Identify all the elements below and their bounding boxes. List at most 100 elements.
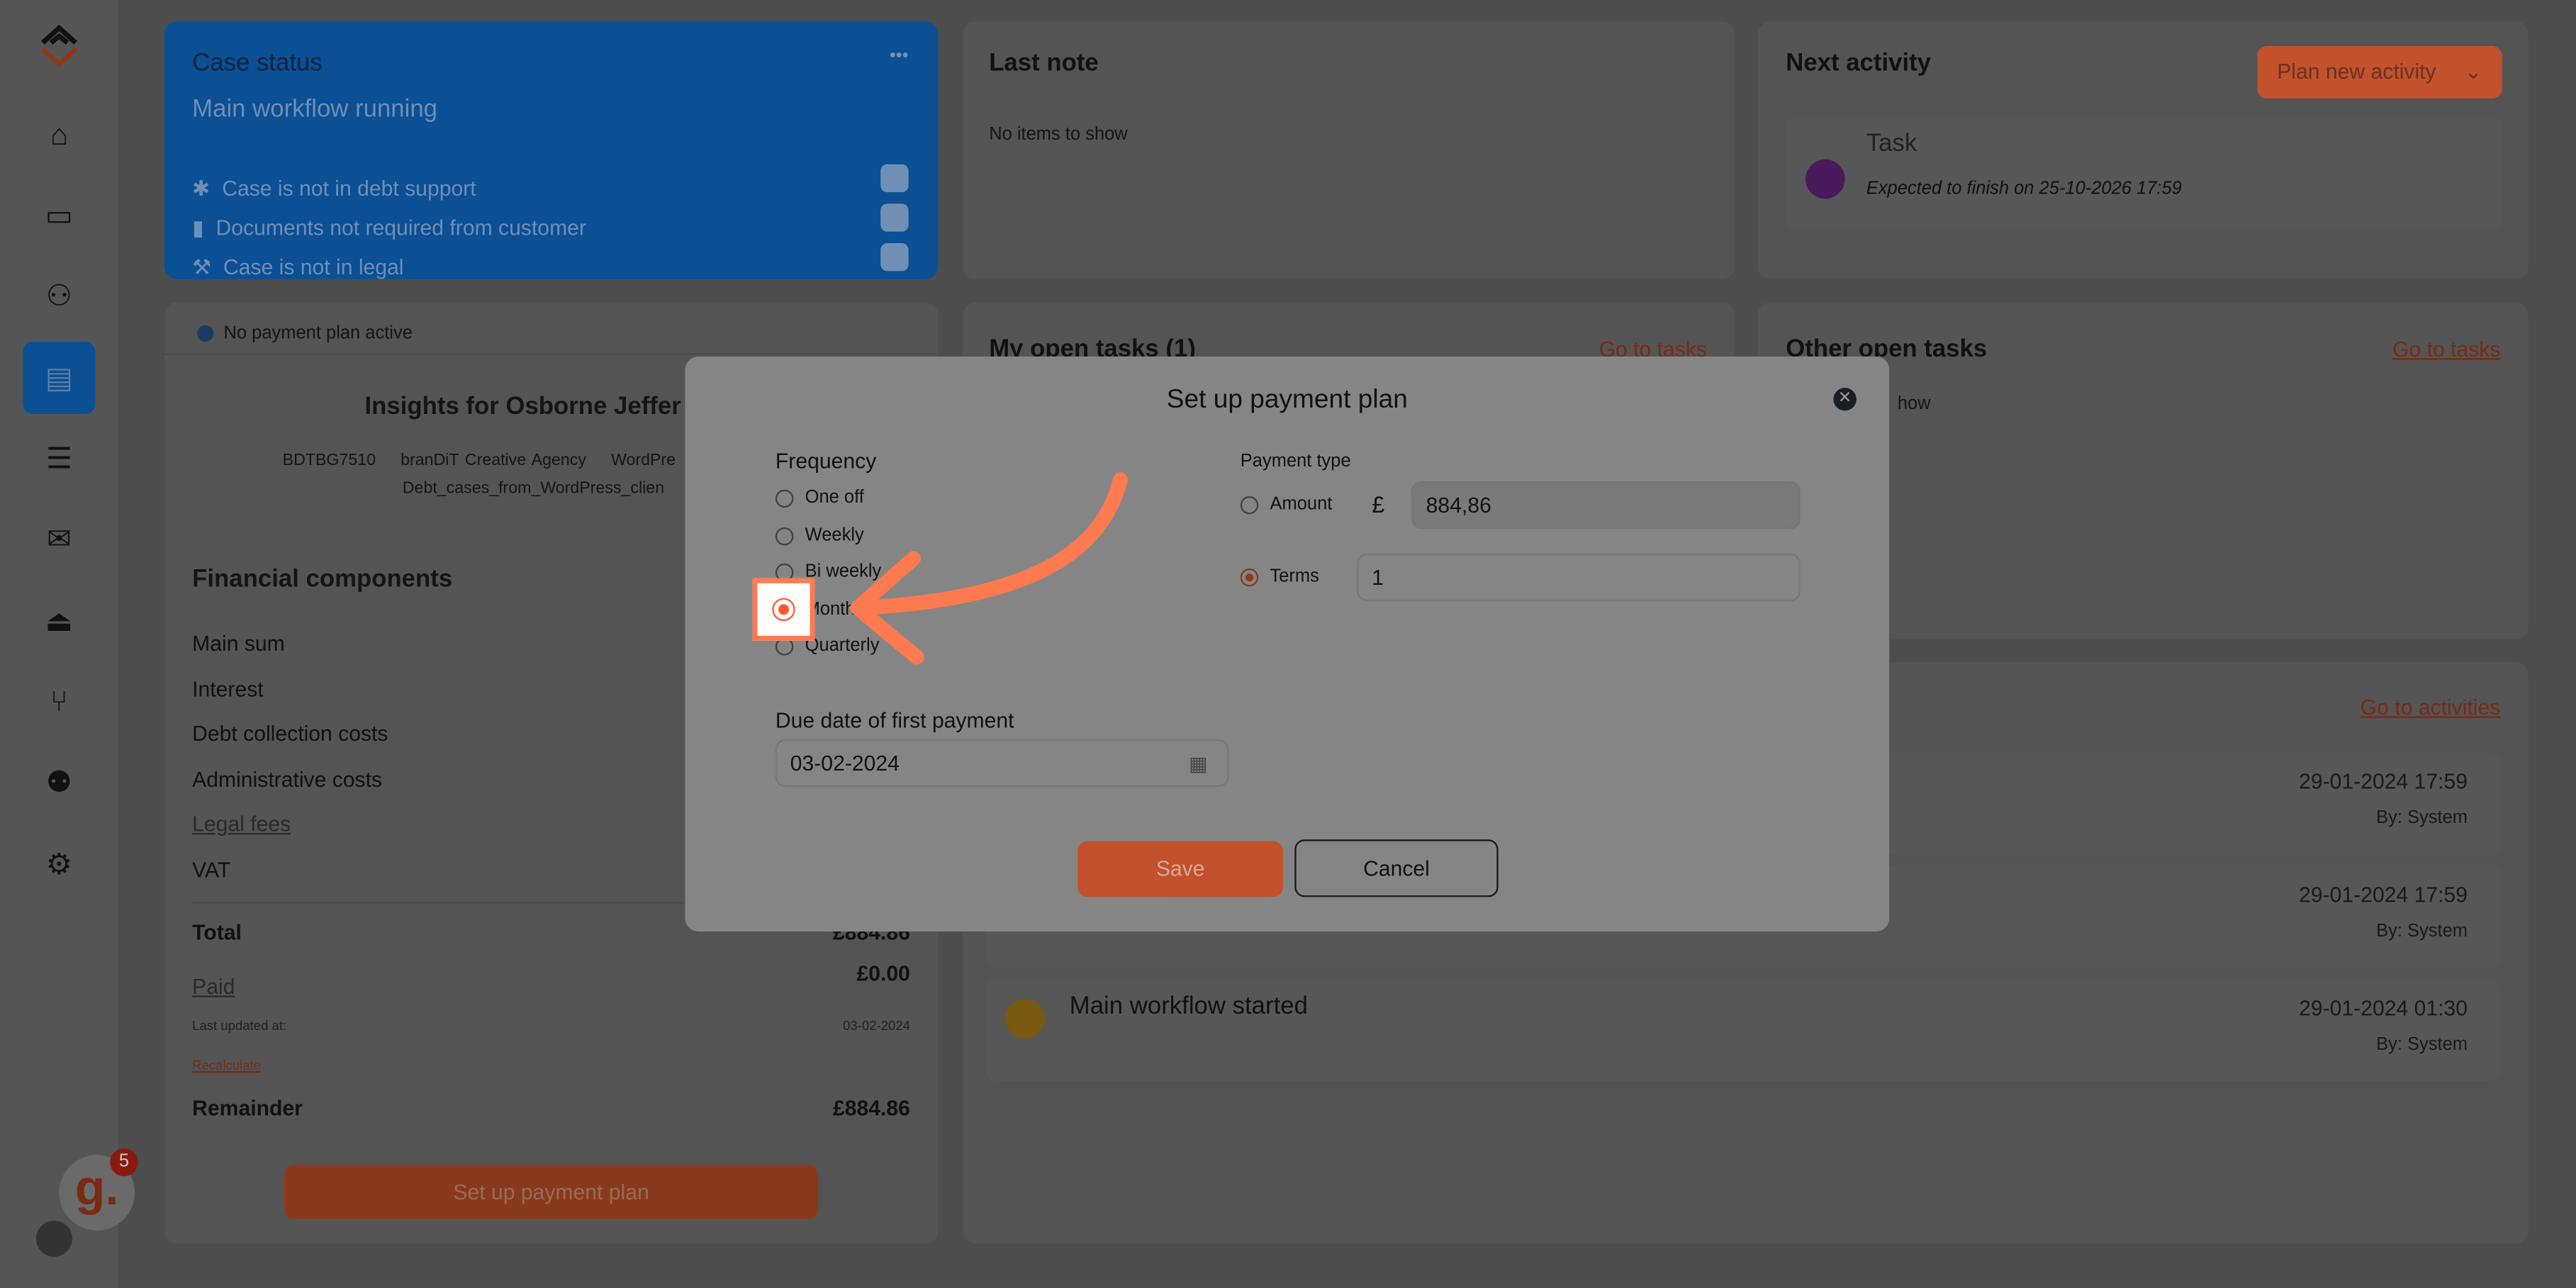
client-name: branDiT Creative Agency <box>401 452 586 470</box>
radio-button[interactable] <box>1240 567 1259 586</box>
save-button[interactable]: Save <box>1077 841 1284 897</box>
task-item[interactable]: Task Expected to finish on 25-10-2026 17… <box>1786 116 2502 229</box>
radio-button[interactable] <box>775 527 794 545</box>
users-icon[interactable]: ⚇ <box>23 259 95 332</box>
terms-input[interactable]: 1 <box>1357 554 1801 602</box>
gavel-icon: ⚒ <box>192 254 212 279</box>
payment-notice: No payment plan active <box>197 323 413 344</box>
database-icon[interactable]: ☰ <box>23 422 95 495</box>
row-remainder: Remainder £884.86 <box>192 1096 910 1121</box>
currency-symbol: £ <box>1372 491 1385 518</box>
due-date-label: Due date of first payment <box>775 707 1014 733</box>
activity-item[interactable]: Main workflow started 29-01-2024 01:30 By… <box>985 979 2501 1081</box>
logo-icon <box>40 24 77 68</box>
flag-documents: ▮ Documents not required from customer <box>192 208 586 248</box>
calendar-icon[interactable]: ▦ <box>1189 751 1207 774</box>
row-value: 03-02-2024 <box>843 1018 910 1034</box>
row-value: £0.00 <box>856 961 910 986</box>
radio-button[interactable] <box>775 488 794 508</box>
activity-date: 29-01-2024 17:59 <box>2299 882 2468 907</box>
go-to-activities-link[interactable]: Go to activities <box>2361 695 2501 719</box>
input-value: 1 <box>1372 565 1384 590</box>
bank-icon[interactable]: ⏏ <box>23 585 95 657</box>
next-activity-title: Next activity <box>1786 49 1932 77</box>
settings-icon[interactable]: ⚙ <box>23 828 95 900</box>
workflow-icon[interactable]: ⑂ <box>23 666 95 738</box>
more-menu-icon[interactable]: ••• <box>890 46 909 66</box>
radio-button[interactable] <box>1240 495 1259 514</box>
row-label: Debt collection costs <box>192 721 388 746</box>
flag-label: Case is not in debt support <box>222 175 476 201</box>
highlight-box <box>752 578 815 641</box>
next-activity-card: Next activity Plan new activity ⌄ Task Ex… <box>1757 21 2529 279</box>
close-icon[interactable]: ✕ <box>1833 387 1857 411</box>
empty-text: No items to show <box>989 125 1128 145</box>
insights-meta2: Debt_cases_from_WordPress_clien <box>402 479 665 498</box>
insights-title: Insights for Osborne Jeffer <box>364 392 681 421</box>
cancel-button[interactable]: Cancel <box>1294 839 1499 897</box>
setup-payment-plan-button[interactable]: Set up payment plan <box>284 1165 819 1219</box>
radio-amount[interactable]: Amount <box>1240 495 1332 514</box>
workflow-state: Main workflow running <box>192 95 438 123</box>
input-value: 884,86 <box>1426 493 1491 518</box>
divider <box>164 353 939 355</box>
row-value: £884.86 <box>833 1095 910 1121</box>
flag-label: Case is not in legal <box>223 254 404 279</box>
go-to-tasks-link[interactable]: Go to tasks <box>2392 337 2500 362</box>
sidebar: ⌂ ▭ ⚇ ▤ ☰ ✉ ⏏ ⑂ ⚉ ⚙ g. 5 <box>0 0 138 1288</box>
chevron-down-icon: ⌄ <box>2464 59 2482 84</box>
flag-label: Documents not required from customer <box>215 215 586 240</box>
source: WordPre <box>611 452 676 470</box>
recalculate-link[interactable]: Recalculate <box>192 1058 261 1073</box>
case-id: BDTBG7510 <box>282 452 376 470</box>
insights-meta: BDTBG7510 branDiT Creative Agency WordPr… <box>283 452 676 469</box>
last-note-title: Last note <box>989 49 1099 77</box>
workflow-icon <box>1005 999 1045 1038</box>
activity-by: By: System <box>2376 1035 2468 1055</box>
activity-date: 29-01-2024 01:30 <box>2299 995 2468 1021</box>
home-icon[interactable]: ⌂ <box>23 99 95 171</box>
due-date-input[interactable]: 03-02-2024 ▦ <box>775 739 1229 788</box>
activity-by: By: System <box>2376 808 2468 829</box>
case-card-icon[interactable]: ▤ <box>23 342 96 415</box>
empty-text: how <box>1897 394 1931 415</box>
row-label: VAT <box>192 857 231 883</box>
modal-title: Set up payment plan <box>1166 386 1408 415</box>
task-title: Task <box>1866 130 1917 158</box>
task-subtitle: Expected to finish on 25-10-2026 17:59 <box>1866 179 2182 199</box>
paid-link[interactable]: Paid <box>192 974 235 999</box>
button-label: Plan new activity <box>2277 59 2436 84</box>
row-label: Administrative costs <box>192 767 383 793</box>
amount-input[interactable]: 884,86 <box>1411 481 1801 530</box>
mail-icon[interactable]: ✉ <box>23 503 95 575</box>
activity-title: Main workflow started <box>1069 992 1308 1021</box>
flag-legal: ⚒ Case is not in legal <box>192 248 586 288</box>
flag-toggle[interactable] <box>880 164 909 193</box>
notice-text: No payment plan active <box>223 323 413 344</box>
team-icon[interactable]: ⚉ <box>23 746 95 818</box>
payment-type-label: Payment type <box>1240 452 1351 472</box>
info-icon <box>197 325 214 342</box>
pointer-arrow-icon <box>850 472 1129 665</box>
input-value: 03-02-2024 <box>790 751 900 775</box>
radio-terms[interactable]: Terms <box>1240 567 1319 586</box>
legal-fees-link[interactable]: Legal fees <box>192 812 291 836</box>
row-label: Total <box>192 919 242 945</box>
plan-new-activity-button[interactable]: Plan new activity ⌄ <box>2257 45 2502 99</box>
avatar[interactable] <box>35 1220 72 1257</box>
radio-monthly-selected[interactable] <box>772 598 795 622</box>
row-paid: Paid £0.00 <box>192 961 910 999</box>
flag-toggle[interactable] <box>880 243 909 271</box>
row-label: Main sum <box>192 630 285 656</box>
financial-title: Financial components <box>192 565 453 593</box>
last-note-card: Last note No items to show <box>963 21 1735 279</box>
row-label: Remainder <box>192 1095 303 1121</box>
row-label: Last updated at: <box>192 1018 287 1034</box>
flag-toggle[interactable] <box>880 203 909 232</box>
notification-badge: 5 <box>110 1148 138 1177</box>
ticket-icon[interactable]: ▭ <box>23 179 95 252</box>
activity-date: 29-01-2024 17:59 <box>2299 768 2468 794</box>
document-icon: ▮ <box>192 215 204 240</box>
case-status-card: Case status ••• Main workflow running ✱ … <box>164 21 939 279</box>
ticket-icon <box>1805 159 1845 199</box>
